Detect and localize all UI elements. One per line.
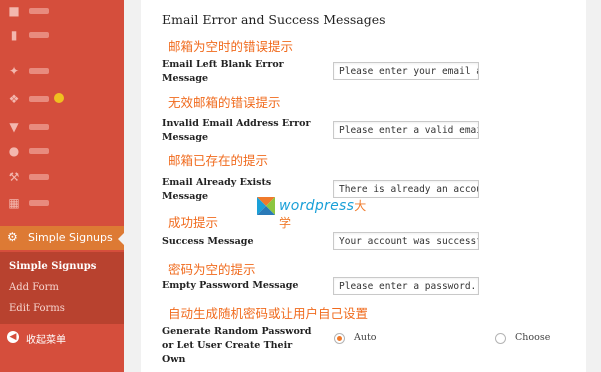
wrench-icon: ⚒ [8,170,20,184]
empty-password-message-input[interactable]: Please enter a password. [333,277,479,295]
sidebar-item-woo[interactable]: ▼ [0,116,124,140]
dashboard-icon: ■ [8,4,20,18]
collapse-arrow-icon: ◀ [7,331,19,343]
sidebar-item-dashboard[interactable]: ■ [0,0,124,24]
comment-icon: ▮ [10,28,18,42]
annotation-empty-password: 密码为空的提示 [168,262,256,277]
sidebar-label-blurred [29,68,49,74]
annotation-success: 成功提示 [168,215,219,230]
sidebar-label-blurred [29,200,49,206]
email-blank-message-input[interactable]: Please enter your email a [333,62,479,80]
sidebar-label-blurred [29,32,49,38]
sidebar-item-plugins[interactable]: ❖ [0,88,124,112]
sidebar-label-blurred [29,148,49,154]
settings-panel: Email Error and Success Messages 邮箱为空时的错… [141,0,586,372]
label-invalid-email: Invalid Email Address Error Message [162,118,311,143]
settings-icon: ▦ [8,196,20,210]
funnel-icon: ▼ [9,120,19,134]
sidebar-label-blurred [29,174,49,180]
sidebar-item-appearance[interactable]: ✦ [0,60,124,84]
sidebar-label-blurred [29,8,49,14]
sidebar-item-comments[interactable]: ▮ [0,24,124,48]
radio-choose[interactable] [495,333,506,344]
radio-choose-label[interactable]: Choose [515,332,550,343]
current-menu-arrow [118,233,124,245]
radio-auto-label[interactable]: Auto [354,332,377,343]
sidebar-item-settings[interactable]: ▦ [0,192,124,216]
sidebar-label-blurred [29,124,49,130]
collapse-menu-button[interactable]: ◀ 收起菜单 [0,326,124,350]
admin-sidebar: ■ ▮ ✦ ❖ ▼ ● ⚒ ▦ ⚙ Simple Signups Simple … [0,0,124,372]
sidebar-item-users[interactable]: ● [0,140,124,164]
update-badge [54,93,64,103]
watermark-text: wordpress大学 [279,198,367,230]
annotation-email-exists: 邮箱已存在的提示 [168,153,269,168]
label-password-mode: Generate Random Password or Let User Cre… [162,326,312,365]
success-message-input[interactable]: Your account was successf [333,232,479,250]
sidebar-submenu: Simple Signups Add Form Edit Forms [0,252,124,324]
sidebar-item-tools[interactable]: ⚒ [0,166,124,190]
user-icon: ● [8,144,20,158]
invalid-email-message-input[interactable]: Please enter a valid emai [333,121,479,139]
submenu-add-form[interactable]: Add Form [9,282,59,293]
submenu-edit-forms[interactable]: Edit Forms [9,303,65,314]
wordpress-daxue-logo-icon [257,197,275,215]
submenu-simple-signups[interactable]: Simple Signups [9,261,96,272]
radio-auto[interactable] [334,333,345,344]
gear-icon: ⚙ [7,230,18,244]
sidebar-item-label: Simple Signups [28,231,113,244]
label-empty-password: Empty Password Message [162,280,299,291]
section-title: Email Error and Success Messages [162,12,386,27]
plugin-icon: ❖ [8,92,20,106]
watermark: wordpress大学 [257,197,377,230]
collapse-menu-label: 收起菜单 [26,335,66,346]
email-exists-message-input[interactable]: There is already an accou [333,180,479,198]
sidebar-label-blurred [29,96,49,102]
annotation-email-blank: 邮箱为空时的错误提示 [168,39,294,54]
label-email-blank: Email Left Blank Error Message [162,59,284,84]
brush-icon: ✦ [8,64,20,78]
annotation-password-mode: 自动生成随机密码或让用户自己设置 [168,306,369,321]
sidebar-item-simple-signups[interactable]: ⚙ Simple Signups [0,226,124,250]
label-success: Success Message [162,236,254,247]
annotation-invalid-email: 无效邮箱的错误提示 [168,95,281,110]
